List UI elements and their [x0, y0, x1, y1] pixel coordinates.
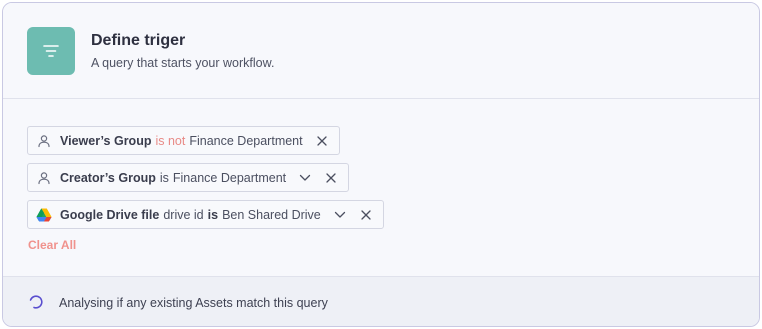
filter-value: Ben Shared Drive — [222, 207, 321, 222]
filter-chip-google-drive[interactable]: Google Drive file drive id is Ben Shared… — [27, 200, 384, 229]
filter-subfield: drive id — [163, 207, 204, 222]
chevron-down-icon[interactable] — [298, 171, 312, 185]
clear-all-button[interactable]: Clear All — [28, 238, 76, 252]
close-icon[interactable] — [324, 171, 338, 185]
close-icon[interactable] — [315, 134, 329, 148]
filter-operator: is — [159, 170, 169, 185]
filter-chip-creators-group[interactable]: Creator’s Group is Finance Department — [27, 163, 350, 192]
trigger-header: Define triger A query that starts your w… — [3, 3, 759, 99]
filter-list: Viewer’s Group is not Finance Department… — [3, 100, 759, 276]
filter-field: Viewer’s Group — [60, 133, 152, 148]
filter-value: Finance Department — [189, 133, 303, 148]
filter-value: Finance Department — [172, 170, 287, 185]
filter-operator: is — [207, 207, 219, 222]
trigger-card: Define triger A query that starts your w… — [2, 2, 760, 327]
filter-field: Google Drive file — [60, 207, 160, 222]
page-subtitle: A query that starts your workflow. — [91, 56, 275, 70]
page-title: Define triger — [91, 32, 186, 49]
user-icon — [36, 133, 52, 149]
filter-chip-viewers-group[interactable]: Viewer’s Group is not Finance Department — [27, 126, 340, 155]
filter-operator: is not — [155, 133, 186, 148]
analysis-status-bar: Analysing if any existing Assets match t… — [3, 276, 759, 326]
user-icon — [36, 170, 52, 186]
loading-spinner-icon — [29, 295, 43, 309]
analysis-status-text: Analysing if any existing Assets match t… — [59, 296, 328, 310]
google-drive-icon — [36, 207, 52, 223]
chevron-down-icon[interactable] — [333, 208, 347, 222]
filter-field: Creator’s Group — [60, 170, 156, 185]
filter-icon — [27, 27, 75, 75]
close-icon[interactable] — [359, 208, 373, 222]
